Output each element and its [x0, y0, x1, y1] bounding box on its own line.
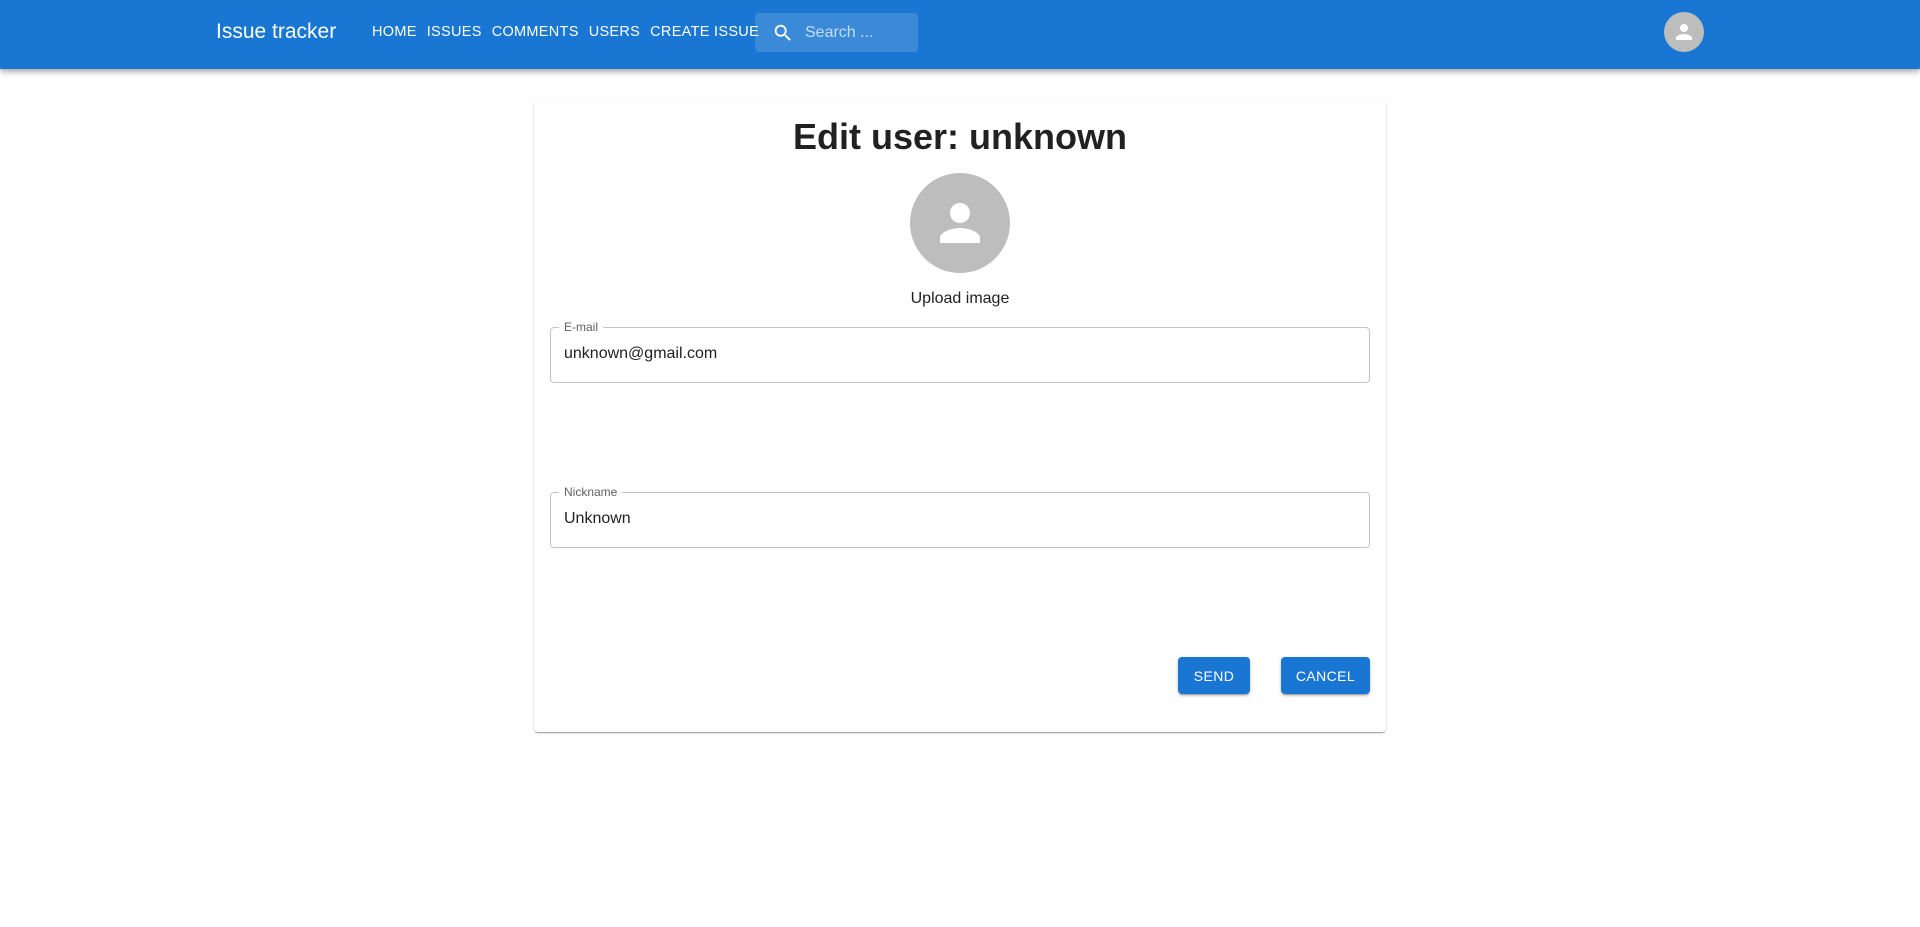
page-title: Edit user: unknown	[792, 116, 1127, 157]
app-bar: Issue tracker HOME ISSUES COMMENTS USERS…	[0, 0, 1920, 69]
upload-image-link[interactable]: Upload image	[534, 290, 1386, 308]
nav-users[interactable]: USERS	[589, 22, 640, 42]
edit-user-card: Edit user: unknown Upload image E-mail N…	[534, 100, 1386, 732]
nickname-field[interactable]: Nickname	[550, 485, 1370, 548]
person-icon	[940, 203, 980, 243]
account-avatar[interactable]	[1664, 12, 1704, 52]
nickname-input[interactable]	[564, 510, 1344, 528]
app-title[interactable]: Issue tracker	[216, 19, 336, 45]
email-label: E-mail	[559, 320, 604, 334]
nav-home[interactable]: HOME	[372, 22, 417, 42]
email-field[interactable]: E-mail	[550, 320, 1370, 383]
nav-create-issue[interactable]: CREATE ISSUE	[650, 22, 759, 42]
nickname-label: Nickname	[559, 485, 623, 499]
search-icon	[774, 24, 791, 41]
search-input[interactable]	[805, 23, 905, 42]
email-input[interactable]	[564, 345, 1344, 363]
cancel-button[interactable]: CANCEL	[1281, 657, 1370, 694]
nav-issues[interactable]: ISSUES	[427, 22, 482, 42]
main-nav: HOME ISSUES COMMENTS USERS CREATE ISSUE	[372, 22, 759, 42]
send-button[interactable]: SEND	[1178, 657, 1250, 694]
person-icon	[1676, 24, 1692, 40]
nav-comments[interactable]: COMMENTS	[492, 22, 579, 42]
search-box[interactable]	[755, 13, 918, 52]
user-avatar[interactable]	[910, 173, 1010, 273]
